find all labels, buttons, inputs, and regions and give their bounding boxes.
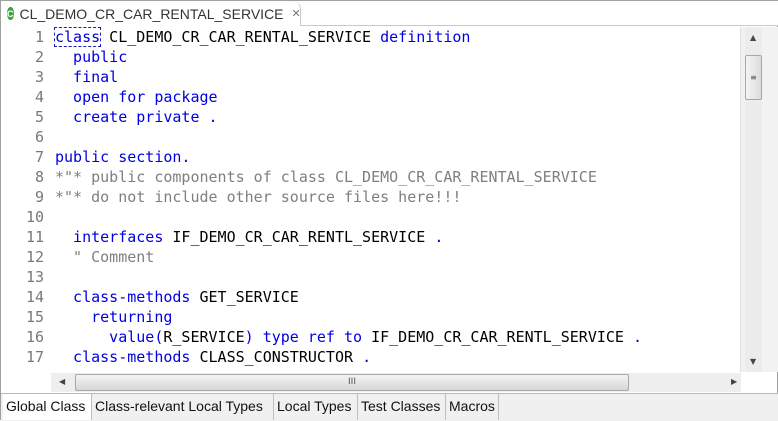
- line-number: 17: [25, 348, 44, 366]
- keyword-token: class-methods: [55, 348, 191, 366]
- line-number: 16: [25, 328, 44, 346]
- code-line: 6: [2, 127, 739, 147]
- line-number: 10: [25, 208, 44, 226]
- keyword-token: .: [434, 228, 444, 246]
- comment-token: " Comment: [55, 248, 155, 266]
- code-line: 5 create private .: [2, 107, 739, 127]
- code-text: public: [55, 47, 127, 67]
- code-line: 13: [2, 267, 739, 287]
- scroll-up-icon[interactable]: ▲: [750, 33, 756, 42]
- code-line: 9 *"* do not include other source files h…: [2, 187, 739, 207]
- bottom-tab-local-types[interactable]: Local Types: [274, 394, 358, 420]
- scroll-left-icon[interactable]: ◀: [59, 377, 65, 386]
- code-text: class-methods CLASS_CONSTRUCTOR .: [55, 347, 371, 367]
- bottom-tab-bar: Global Class Class-relevant Local Types Lo…: [1, 393, 778, 421]
- code-line: 10: [2, 207, 739, 227]
- code-line: 16 value(R_SERVICE) type ref to IF_DEMO_…: [2, 327, 739, 347]
- line-number: 11: [25, 228, 44, 246]
- identifier-token: CLASS_CONSTRUCTOR: [190, 348, 363, 366]
- keyword-token: open for package: [55, 88, 218, 106]
- identifier-token: IF_DEMO_CR_CAR_RENTL_SERVICE: [362, 328, 633, 346]
- close-icon[interactable]: ✕: [292, 7, 301, 20]
- keyword-token: final: [55, 68, 119, 86]
- line-number: 9: [34, 188, 44, 206]
- keyword-token: class-methods: [55, 288, 191, 306]
- code-text: create private .: [55, 107, 218, 127]
- identifier-token: CL_DEMO_CR_CAR_RENTAL_SERVICE: [100, 28, 381, 46]
- code-text: returning: [55, 307, 172, 327]
- keyword-token: returning: [55, 308, 173, 326]
- line-number: 3: [34, 68, 44, 86]
- horizontal-scroll-thumb[interactable]: III: [75, 374, 629, 391]
- editor-tab-title: CL_DEMO_CR_CAR_RENTAL_SERVICE: [19, 5, 284, 22]
- code-text: value(R_SERVICE) type ref to IF_DEMO_CR_…: [55, 327, 642, 347]
- keyword-token: value(: [55, 328, 164, 346]
- line-number: 1: [34, 28, 44, 46]
- code-text: *"* do not include other source files he…: [55, 187, 461, 207]
- code-text: " Comment: [55, 247, 154, 267]
- vertical-scrollbar[interactable]: ▲ ≡ ▼: [740, 27, 778, 372]
- keyword-token: definition: [380, 28, 471, 46]
- keyword-token: class: [53, 27, 102, 47]
- vertical-scroll-thumb[interactable]: ≡: [745, 55, 762, 100]
- code-line: 3 final: [2, 67, 739, 87]
- code-text: public section.: [55, 147, 190, 167]
- bottom-tab-global-class[interactable]: Global Class: [3, 394, 92, 420]
- editor-tab[interactable]: C CL_DEMO_CR_CAR_RENTAL_SERVICE ✕: [1, 1, 301, 26]
- bottom-tab-test-classes[interactable]: Test Classes: [358, 394, 446, 420]
- identifier-token: IF_DEMO_CR_CAR_RENTL_SERVICE: [163, 228, 435, 246]
- line-number: 7: [34, 148, 44, 166]
- comment-token: *"* public components of class CL_DEMO_C…: [55, 168, 597, 186]
- line-number: 13: [25, 268, 44, 286]
- line-number: 4: [34, 88, 44, 106]
- keyword-token: public section.: [55, 148, 191, 166]
- bottom-tab-macros[interactable]: Macros: [446, 394, 499, 420]
- abap-class-editor: C CL_DEMO_CR_CAR_RENTAL_SERVICE ✕ 1 class…: [0, 0, 778, 421]
- identifier-token: R_SERVICE: [163, 328, 245, 346]
- keyword-token: interfaces: [55, 228, 164, 246]
- line-number: 12: [25, 248, 44, 266]
- keyword-token: .: [633, 328, 643, 346]
- identifier-token: GET_SERVICE: [190, 288, 299, 306]
- line-number: 14: [25, 288, 44, 306]
- keyword-token: public: [55, 48, 128, 66]
- keyword-token: .: [362, 348, 372, 366]
- scroll-right-icon[interactable]: ▶: [731, 377, 737, 386]
- code-line: 12 " Comment: [2, 247, 739, 267]
- code-text: *"* public components of class CL_DEMO_C…: [55, 167, 597, 187]
- bottom-tab-class-relevant-local-types[interactable]: Class-relevant Local Types: [92, 394, 274, 420]
- scroll-down-icon[interactable]: ▼: [750, 357, 756, 366]
- code-line: 11 interfaces IF_DEMO_CR_CAR_RENTL_SERVI…: [2, 227, 739, 247]
- code-text: final: [55, 67, 118, 87]
- code-line: 8 *"* public components of class CL_DEMO_…: [2, 167, 739, 187]
- line-number: 2: [34, 48, 44, 66]
- code-line: 2 public: [2, 47, 739, 67]
- line-number: 6: [34, 128, 44, 146]
- code-line: 1 class CL_DEMO_CR_CAR_RENTAL_SERVICE def…: [2, 27, 739, 47]
- code-text: open for package: [55, 87, 218, 107]
- editor-tab-bar: C CL_DEMO_CR_CAR_RENTAL_SERVICE ✕: [1, 1, 778, 26]
- code-line: 14 class-methods GET_SERVICE: [2, 287, 739, 307]
- comment-token: *"* do not include other source files he…: [55, 188, 462, 206]
- code-text: class CL_DEMO_CR_CAR_RENTAL_SERVICE defi…: [53, 27, 471, 47]
- code-line: 7 public section.: [2, 147, 739, 167]
- code-line: 4 open for package: [2, 87, 739, 107]
- code-text: class-methods GET_SERVICE: [55, 287, 299, 307]
- horizontal-scrollbar[interactable]: ◀ III ▶: [51, 373, 741, 392]
- line-number: 5: [34, 108, 44, 126]
- code-line: 15 returning: [2, 307, 739, 327]
- line-number: 8: [34, 168, 44, 186]
- class-icon: C: [7, 7, 14, 20]
- line-number: 15: [25, 308, 44, 326]
- keyword-token: ) type ref to: [244, 328, 363, 346]
- code-text: interfaces IF_DEMO_CR_CAR_RENTL_SERVICE …: [55, 227, 443, 247]
- code-editor[interactable]: 1 class CL_DEMO_CR_CAR_RENTAL_SERVICE def…: [2, 27, 739, 372]
- code-line: 17 class-methods CLASS_CONSTRUCTOR .: [2, 347, 739, 367]
- keyword-token: create private .: [55, 108, 218, 126]
